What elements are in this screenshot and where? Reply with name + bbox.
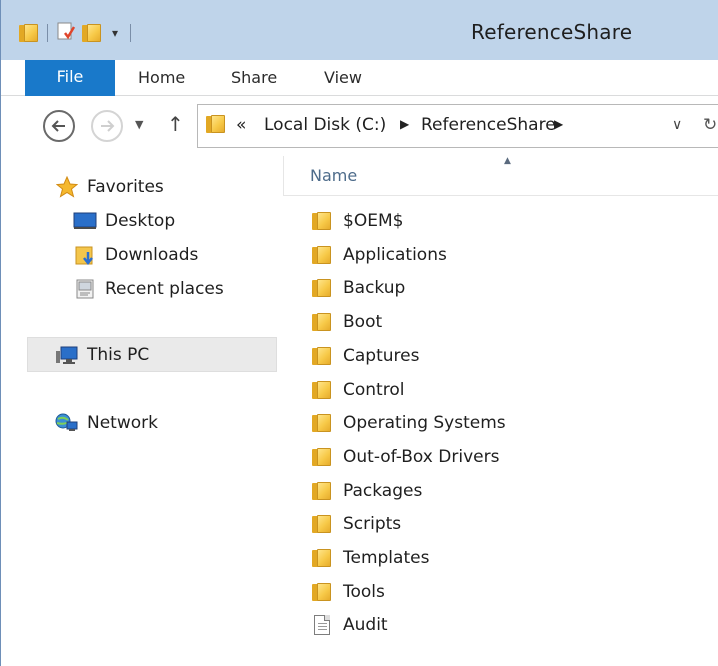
item-name: Scripts — [343, 514, 402, 535]
nav-this-pc[interactable]: This PC — [55, 338, 149, 372]
nav-desktop[interactable]: Desktop — [73, 204, 175, 238]
customize-toolbar-dropdown-icon[interactable]: ▾ — [108, 26, 122, 40]
breadcrumb-referenceshare[interactable]: ReferenceShare — [421, 115, 556, 135]
list-item[interactable]: Packages — [311, 476, 422, 506]
list-item[interactable]: $OEM$ — [311, 206, 403, 236]
item-name: Audit — [343, 615, 388, 636]
list-item[interactable]: Templates — [311, 543, 429, 573]
navigation-pane: Favorites Desktop Downloads Recent place… — [25, 156, 281, 666]
list-item[interactable]: Backup — [311, 273, 405, 303]
folder-icon — [311, 446, 333, 468]
file-list: ▲ Name $OEM$ Applications Backup Boot Captur… — [283, 156, 718, 666]
folder-icon — [311, 581, 333, 603]
item-name: Out-of-Box Drivers — [343, 446, 500, 467]
column-header: ▲ Name — [283, 156, 718, 196]
list-item[interactable]: Audit — [311, 610, 388, 640]
list-item[interactable]: Tools — [311, 577, 385, 607]
chevron-right-icon[interactable]: ▶ — [554, 117, 563, 131]
list-item[interactable]: Scripts — [311, 509, 401, 539]
item-name: Templates — [343, 548, 430, 568]
window-title: ReferenceShare — [471, 20, 633, 44]
explorer-window: ▾ ReferenceShare File Home Share View ▼ … — [0, 0, 718, 666]
star-icon — [55, 176, 79, 198]
nav-label: Downloads — [105, 245, 199, 265]
list-item[interactable]: Operating Systems — [311, 408, 506, 438]
nav-label: Favorites — [87, 177, 164, 197]
item-name: Backup — [343, 278, 406, 299]
item-name: Applications — [343, 244, 447, 265]
folder-icon — [206, 115, 226, 133]
nav-recent-places[interactable]: Recent places — [73, 272, 224, 306]
nav-label: Network — [87, 413, 158, 433]
address-bar[interactable]: « Local Disk (C:) ▶ ReferenceShare ▶ ∨ ↻ — [197, 104, 718, 148]
quick-access-toolbar: ▾ — [19, 20, 133, 46]
item-name: Operating Systems — [343, 413, 506, 434]
item-name: Boot — [343, 312, 383, 333]
folder-icon — [311, 379, 333, 401]
nav-favorites[interactable]: Favorites — [55, 170, 164, 204]
folder-icon — [311, 345, 333, 367]
address-overflow[interactable]: « — [236, 115, 246, 135]
downloads-icon — [73, 244, 97, 266]
folder-icon — [311, 311, 333, 333]
folder-icon[interactable] — [19, 24, 39, 42]
tab-home[interactable]: Home — [138, 60, 185, 96]
properties-icon[interactable] — [56, 21, 76, 45]
list-item[interactable]: Boot — [311, 307, 382, 337]
tab-share[interactable]: Share — [231, 60, 277, 96]
pane-divider[interactable] — [283, 156, 284, 196]
up-arrow-icon[interactable]: ↑ — [167, 112, 184, 136]
file-icon — [311, 614, 333, 636]
folder-icon — [311, 513, 333, 535]
list-item[interactable]: Out-of-Box Drivers — [311, 442, 499, 472]
chevron-down-icon[interactable]: ∨ — [672, 117, 682, 133]
nav-label: This PC — [87, 345, 150, 365]
title-bar: ▾ ReferenceShare — [1, 0, 718, 60]
nav-downloads[interactable]: Downloads — [73, 238, 198, 272]
network-icon — [55, 412, 79, 434]
chevron-right-icon[interactable]: ▶ — [400, 117, 409, 131]
back-button[interactable] — [43, 110, 75, 142]
forward-button[interactable] — [91, 110, 123, 142]
recent-places-icon — [73, 278, 97, 300]
nav-network[interactable]: Network — [55, 406, 158, 440]
folder-icon — [311, 244, 333, 266]
list-item[interactable]: Captures — [311, 341, 419, 371]
recent-locations-icon[interactable]: ▼ — [135, 118, 143, 131]
folder-icon — [311, 547, 333, 569]
folder-icon — [311, 412, 333, 434]
list-item[interactable]: Applications — [311, 240, 447, 270]
ribbon-tabs: File Home Share View — [1, 60, 718, 96]
tab-view[interactable]: View — [324, 60, 362, 96]
arrow-right-icon — [101, 120, 115, 132]
item-name: Control — [343, 379, 405, 400]
toolbar-divider — [130, 24, 131, 42]
column-name[interactable]: Name — [310, 166, 357, 185]
item-name: $OEM$ — [343, 211, 404, 231]
computer-icon — [55, 344, 79, 366]
toolbar-divider — [47, 24, 48, 42]
new-folder-icon[interactable] — [82, 24, 102, 42]
nav-label: Recent places — [105, 279, 224, 299]
folder-icon — [311, 277, 333, 299]
list-item[interactable]: Control — [311, 375, 404, 405]
item-name: Packages — [343, 480, 423, 501]
folder-icon — [311, 480, 333, 502]
folder-icon — [311, 210, 333, 232]
refresh-icon[interactable]: ↻ — [703, 115, 717, 135]
arrow-left-icon — [51, 120, 65, 132]
sort-ascending-icon: ▲ — [504, 156, 511, 166]
nav-label: Desktop — [105, 211, 176, 231]
item-name: Tools — [343, 581, 385, 602]
item-name: Captures — [343, 345, 420, 366]
tab-file[interactable]: File — [25, 60, 115, 96]
desktop-icon — [73, 210, 97, 232]
breadcrumb-local-disk[interactable]: Local Disk (C:) — [264, 115, 386, 135]
